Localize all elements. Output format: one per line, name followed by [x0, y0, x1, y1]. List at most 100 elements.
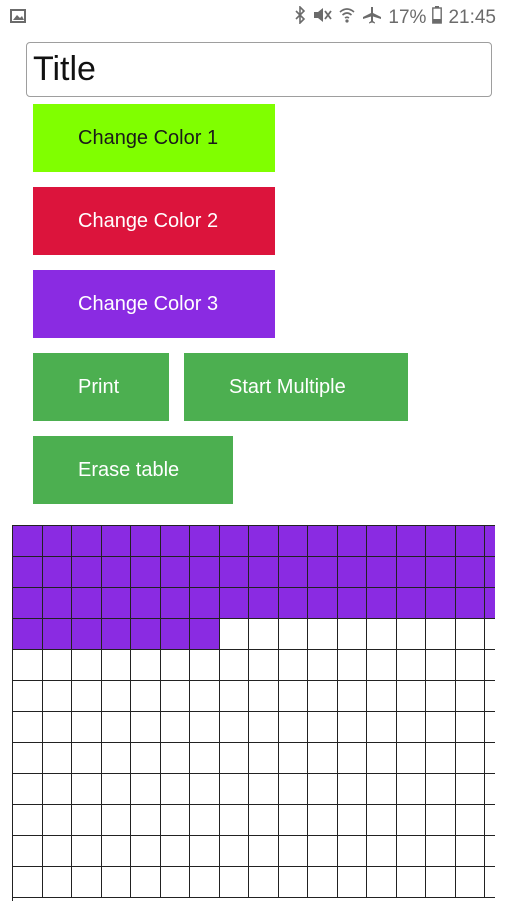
table-cell[interactable]: [72, 619, 102, 650]
table-cell[interactable]: [396, 836, 426, 867]
table-cell[interactable]: [131, 743, 161, 774]
table-cell[interactable]: [337, 557, 367, 588]
table-cell[interactable]: [485, 712, 495, 743]
table-cell[interactable]: [455, 712, 485, 743]
table-cell[interactable]: [42, 836, 72, 867]
table-cell[interactable]: [131, 774, 161, 805]
table-cell[interactable]: [426, 619, 456, 650]
table-cell[interactable]: [367, 526, 397, 557]
table-cell[interactable]: [278, 867, 308, 898]
table-cell[interactable]: [396, 526, 426, 557]
table-cell[interactable]: [101, 588, 131, 619]
table-cell[interactable]: [396, 743, 426, 774]
table-cell[interactable]: [426, 650, 456, 681]
table-cell[interactable]: [278, 681, 308, 712]
change-color-3-button[interactable]: Change Color 3: [33, 270, 275, 338]
table-cell[interactable]: [42, 557, 72, 588]
table-cell[interactable]: [190, 805, 220, 836]
table-cell[interactable]: [160, 805, 190, 836]
table-cell[interactable]: [367, 774, 397, 805]
table-cell[interactable]: [131, 557, 161, 588]
table-cell[interactable]: [337, 805, 367, 836]
table-cell[interactable]: [337, 743, 367, 774]
table-cell[interactable]: [278, 774, 308, 805]
table-cell[interactable]: [13, 681, 43, 712]
table-cell[interactable]: [308, 712, 338, 743]
table-cell[interactable]: [396, 805, 426, 836]
table-cell[interactable]: [308, 619, 338, 650]
table-cell[interactable]: [131, 588, 161, 619]
table-cell[interactable]: [101, 867, 131, 898]
table-cell[interactable]: [455, 805, 485, 836]
table-cell[interactable]: [131, 619, 161, 650]
change-color-1-button[interactable]: Change Color 1: [33, 104, 275, 172]
table-cell[interactable]: [367, 836, 397, 867]
table-cell[interactable]: [160, 619, 190, 650]
table-cell[interactable]: [42, 712, 72, 743]
table-cell[interactable]: [101, 712, 131, 743]
table-cell[interactable]: [249, 526, 279, 557]
table-cell[interactable]: [337, 681, 367, 712]
table-cell[interactable]: [485, 650, 495, 681]
table-cell[interactable]: [485, 836, 495, 867]
print-button[interactable]: Print: [33, 353, 169, 421]
table-cell[interactable]: [426, 712, 456, 743]
table-cell[interactable]: [337, 588, 367, 619]
table-cell[interactable]: [160, 681, 190, 712]
table-cell[interactable]: [455, 836, 485, 867]
table-cell[interactable]: [426, 557, 456, 588]
table-cell[interactable]: [455, 557, 485, 588]
table-cell[interactable]: [455, 743, 485, 774]
table-cell[interactable]: [42, 805, 72, 836]
table-cell[interactable]: [160, 774, 190, 805]
table-cell[interactable]: [219, 588, 249, 619]
table-cell[interactable]: [278, 712, 308, 743]
table-cell[interactable]: [101, 774, 131, 805]
table-cell[interactable]: [101, 836, 131, 867]
table-cell[interactable]: [278, 836, 308, 867]
table-cell[interactable]: [131, 650, 161, 681]
table-cell[interactable]: [249, 867, 279, 898]
table-cell[interactable]: [160, 712, 190, 743]
table-cell[interactable]: [308, 836, 338, 867]
table-cell[interactable]: [455, 619, 485, 650]
table-cell[interactable]: [278, 588, 308, 619]
table-cell[interactable]: [190, 619, 220, 650]
table-cell[interactable]: [190, 526, 220, 557]
table-cell[interactable]: [337, 650, 367, 681]
table-cell[interactable]: [367, 712, 397, 743]
table-cell[interactable]: [367, 805, 397, 836]
table-cell[interactable]: [367, 743, 397, 774]
table-cell[interactable]: [160, 526, 190, 557]
table-cell[interactable]: [426, 588, 456, 619]
table-cell[interactable]: [485, 526, 495, 557]
table-cell[interactable]: [219, 743, 249, 774]
table-cell[interactable]: [367, 867, 397, 898]
table-cell[interactable]: [160, 836, 190, 867]
table-cell[interactable]: [219, 650, 249, 681]
table-cell[interactable]: [72, 712, 102, 743]
table-cell[interactable]: [308, 650, 338, 681]
table-cell[interactable]: [131, 805, 161, 836]
table-cell[interactable]: [190, 681, 220, 712]
table-cell[interactable]: [190, 867, 220, 898]
table-cell[interactable]: [42, 619, 72, 650]
table-cell[interactable]: [160, 588, 190, 619]
table-cell[interactable]: [101, 650, 131, 681]
table-cell[interactable]: [308, 774, 338, 805]
table-cell[interactable]: [455, 681, 485, 712]
table-cell[interactable]: [485, 743, 495, 774]
table-cell[interactable]: [72, 681, 102, 712]
table-cell[interactable]: [13, 712, 43, 743]
table-cell[interactable]: [308, 867, 338, 898]
table-cell[interactable]: [219, 681, 249, 712]
table-cell[interactable]: [337, 712, 367, 743]
table-cell[interactable]: [337, 867, 367, 898]
table-cell[interactable]: [455, 588, 485, 619]
table-cell[interactable]: [249, 557, 279, 588]
table-cell[interactable]: [426, 681, 456, 712]
table-cell[interactable]: [249, 743, 279, 774]
table-cell[interactable]: [396, 619, 426, 650]
table-cell[interactable]: [160, 650, 190, 681]
table-cell[interactable]: [485, 867, 495, 898]
